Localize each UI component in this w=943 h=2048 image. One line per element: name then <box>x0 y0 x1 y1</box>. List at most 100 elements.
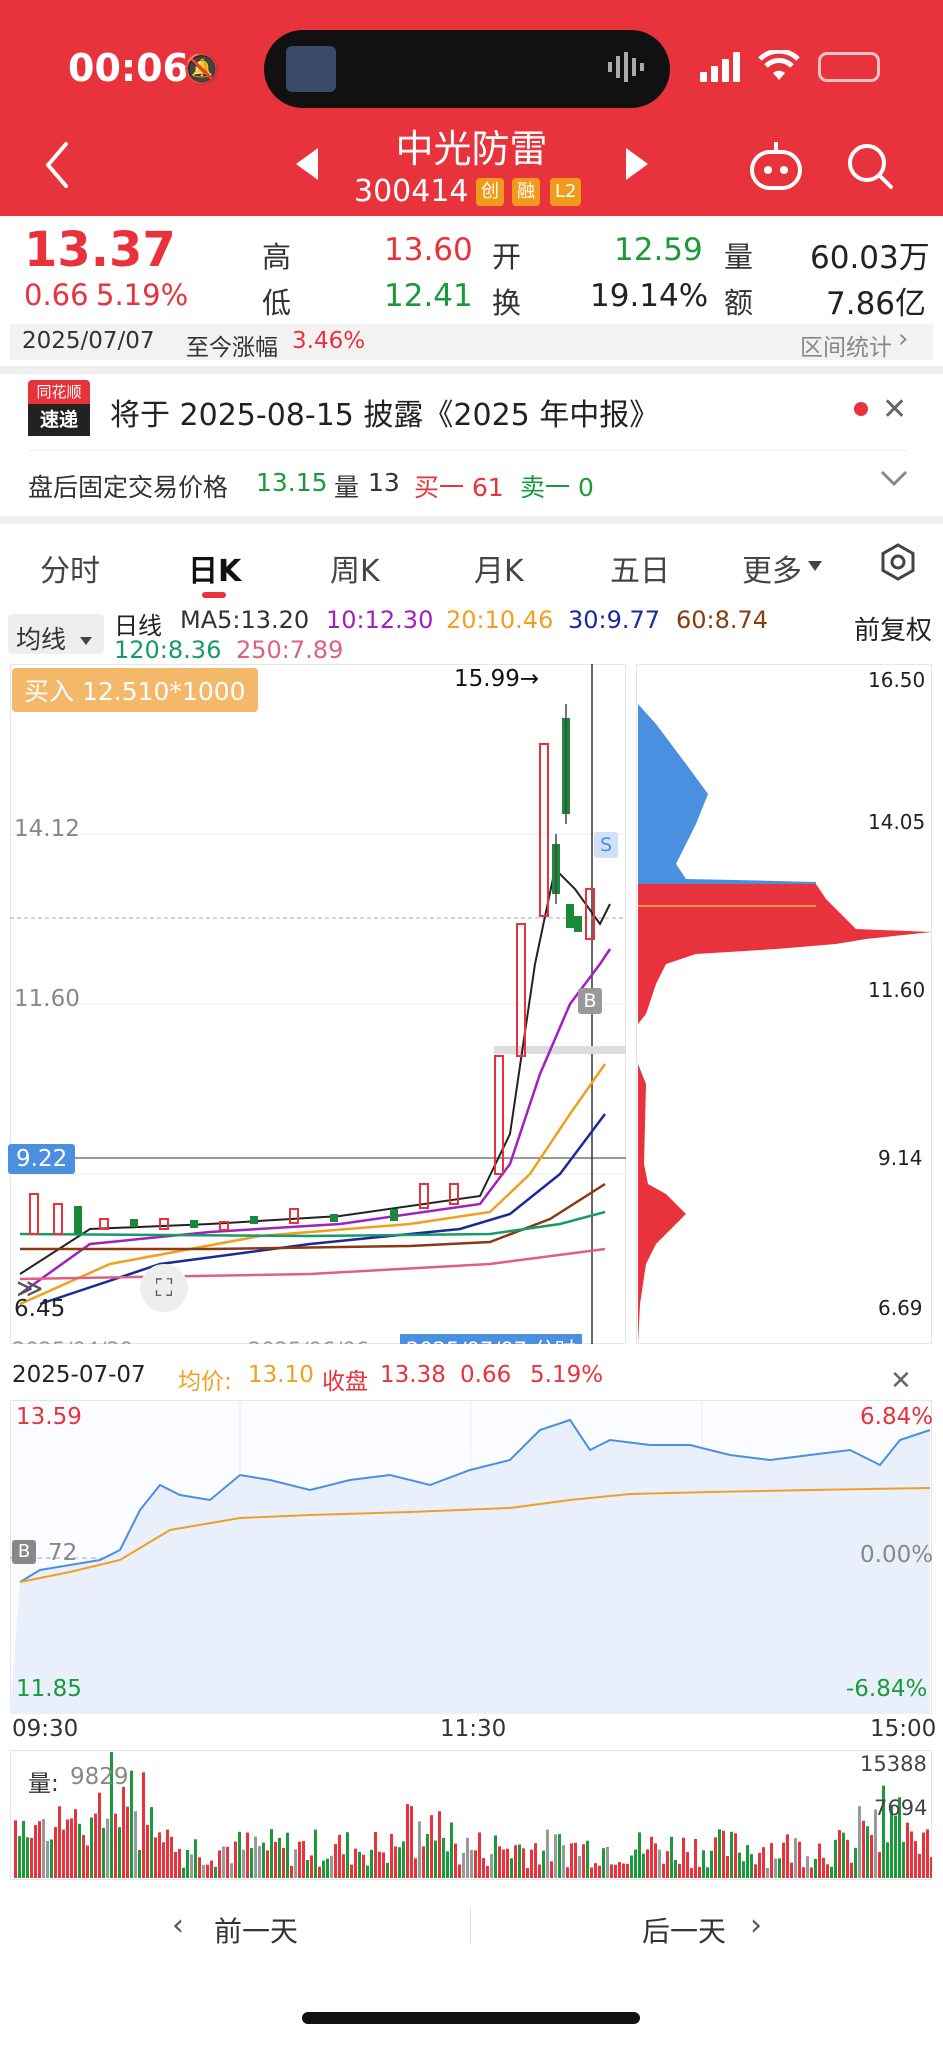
volume-bar <box>494 1835 497 1878</box>
volume-bar <box>822 1857 825 1878</box>
fixed-price: 13.15 <box>256 468 328 497</box>
volume-bar <box>166 1829 169 1878</box>
volume-bar <box>146 1824 149 1878</box>
range-stats-button[interactable]: 区间统计 <box>800 328 892 362</box>
app-header: 00:06 🔕 中光防雷 300414 创 融 L2 <box>0 0 943 216</box>
close-notice-icon[interactable]: ✕ <box>882 392 907 427</box>
intraday-date: 2025-07-07 <box>12 1362 146 1388</box>
volume-bar <box>778 1858 781 1878</box>
volume-bar <box>498 1846 501 1878</box>
amount-label: 额 <box>724 286 754 320</box>
volume-bar <box>490 1854 493 1878</box>
volume-bar <box>658 1849 661 1878</box>
search-icon[interactable] <box>846 142 894 194</box>
low-value: 12.41 <box>384 278 473 314</box>
mute-icon: 🔕 <box>183 52 221 87</box>
signal-icon <box>700 52 742 86</box>
next-day-button[interactable]: 后一天 <box>642 1910 726 1950</box>
volume-bar <box>154 1837 157 1878</box>
volume-bar <box>798 1841 801 1878</box>
volume-bar <box>54 1827 57 1878</box>
volume-bar <box>726 1855 729 1878</box>
volume-bar <box>918 1853 921 1878</box>
volume-bar <box>346 1832 349 1878</box>
volume-bar <box>226 1846 229 1878</box>
adjust-mode-button[interactable]: 前复权 <box>854 610 932 647</box>
close-label: 收盘 <box>322 1369 368 1395</box>
turnover-label: 换 <box>492 286 522 320</box>
volume-bar <box>594 1863 597 1878</box>
volume-bar <box>202 1864 205 1878</box>
volume-bar <box>774 1858 777 1878</box>
back-button[interactable] <box>42 140 72 194</box>
ma250-label: 250:7.89 <box>236 636 344 664</box>
tab-daily-k[interactable]: 日K <box>188 546 241 590</box>
volume-bar <box>750 1854 753 1878</box>
settings-hexagon-icon[interactable] <box>878 542 918 586</box>
volume-bar <box>466 1837 469 1878</box>
prev-stock-button[interactable] <box>292 146 322 186</box>
volume-bar <box>698 1866 701 1878</box>
volume-bar <box>330 1855 333 1878</box>
volume-bar <box>682 1837 685 1878</box>
robot-assistant-icon[interactable] <box>748 140 804 196</box>
profile-y-5: 6.69 <box>878 1296 923 1320</box>
volume-bar <box>566 1867 569 1878</box>
volume-bar <box>722 1830 725 1878</box>
volume-bar <box>606 1846 609 1878</box>
next-stock-button[interactable] <box>622 146 652 186</box>
volume-bar <box>930 1857 932 1878</box>
volume-bar <box>398 1847 401 1878</box>
chevron-right-icon: › <box>898 324 909 354</box>
expand-left-icon[interactable]: ≫ <box>16 1274 43 1304</box>
volume-bar <box>926 1829 929 1878</box>
fullscreen-icon[interactable]: ⛶ <box>140 1264 188 1312</box>
volume-bar <box>766 1867 769 1878</box>
volume-bar <box>390 1833 393 1878</box>
volume-bar <box>762 1847 765 1878</box>
intraday-top: 13.59 <box>16 1404 82 1430</box>
volume-bar <box>106 1818 109 1878</box>
notice-text[interactable]: 将于 2025-08-15 披露《2025 年中报》 <box>110 390 659 434</box>
chevron-right-icon: › <box>750 1908 762 1943</box>
volume-bar <box>198 1857 201 1878</box>
buy-tag: 买入 12.510*1000 <box>12 668 258 712</box>
waveform-icon <box>606 52 646 82</box>
volume-bar <box>234 1841 237 1878</box>
volume-bar <box>50 1839 53 1878</box>
volume-bar <box>458 1864 461 1878</box>
prev-day-button[interactable]: 前一天 <box>214 1910 298 1950</box>
tonghuashun-logo: 同花顺 速递 <box>28 380 90 438</box>
tab-monthly-k[interactable]: 月K <box>474 546 524 590</box>
status-time: 00:06 <box>68 46 189 90</box>
volume-bar <box>90 1817 93 1878</box>
expand-chevron-icon[interactable] <box>880 468 908 492</box>
volume-bar <box>410 1806 413 1878</box>
tab-weekly-k[interactable]: 周K <box>330 546 380 590</box>
volume-bar <box>170 1836 173 1878</box>
tab-more[interactable]: 更多 <box>742 546 802 590</box>
volume-bar <box>794 1838 797 1878</box>
volume-bar <box>42 1819 45 1878</box>
volume-bar <box>618 1862 621 1878</box>
volume-bar <box>702 1850 705 1878</box>
volume-bar <box>614 1864 617 1878</box>
time-end: 15:00 <box>870 1716 937 1742</box>
volume-bar <box>394 1846 397 1878</box>
volume-bar <box>578 1856 581 1878</box>
volume-bar <box>214 1866 217 1878</box>
volume-bar <box>38 1821 41 1878</box>
volume-bar <box>558 1834 561 1878</box>
intraday-bottom-pct: -6.84% <box>846 1676 928 1702</box>
volume-bar <box>434 1840 437 1878</box>
high-marker: 15.99→ <box>454 666 540 692</box>
tab-fenshi[interactable]: 分时 <box>40 546 100 590</box>
volume-bar <box>502 1849 505 1878</box>
volume-bar <box>902 1842 905 1878</box>
volume-bar <box>82 1835 85 1878</box>
volume-bar <box>518 1844 521 1878</box>
volume-bar <box>718 1829 721 1878</box>
current-price: 13.37 <box>24 222 176 278</box>
tab-five-day[interactable]: 五日 <box>610 546 670 590</box>
close-intraday-icon[interactable]: ✕ <box>890 1366 912 1396</box>
